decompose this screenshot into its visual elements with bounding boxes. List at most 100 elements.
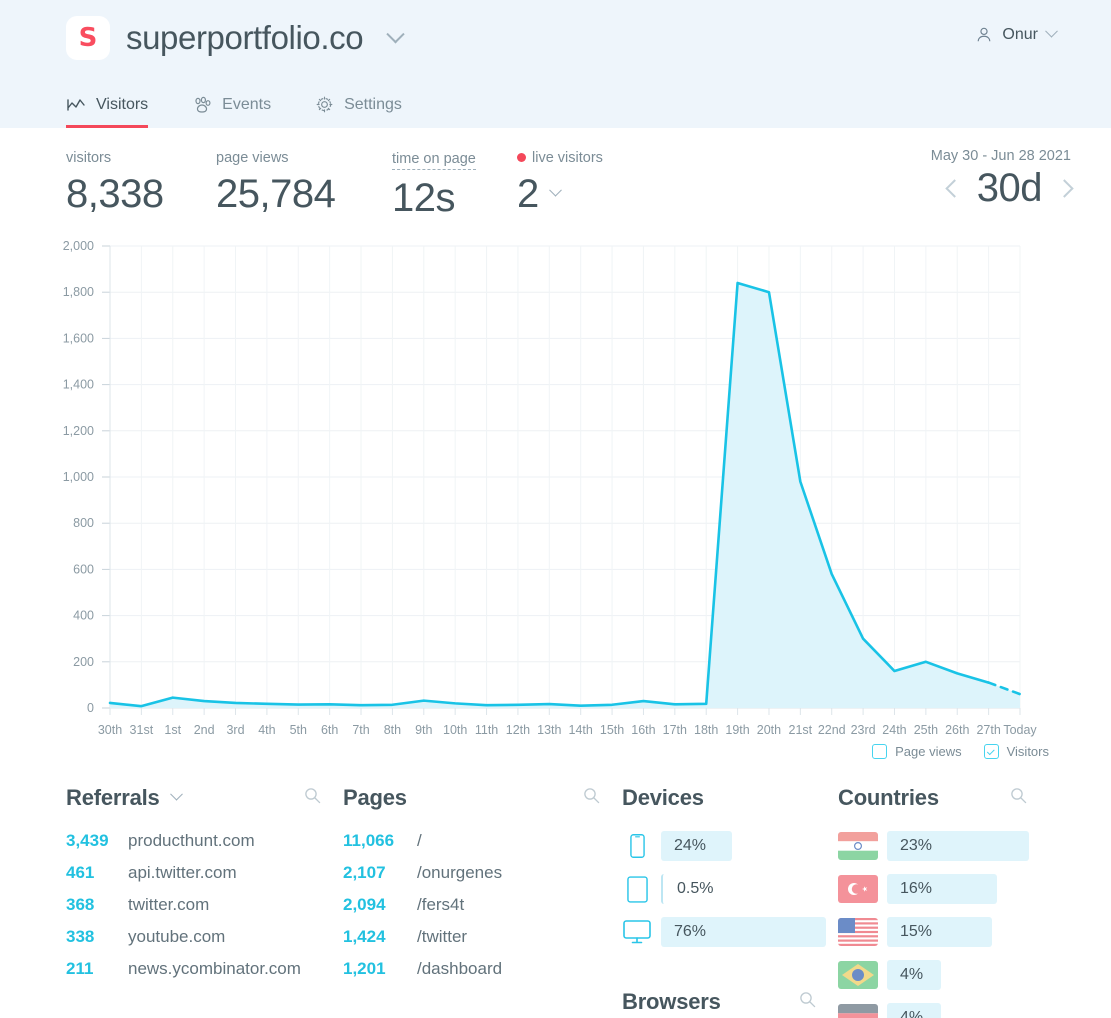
search-icon[interactable] (583, 787, 600, 809)
panel-title: Pages (343, 785, 407, 810)
tab-visitors[interactable]: Visitors (66, 96, 149, 128)
brand-selector[interactable]: S superportfolio.co (66, 16, 405, 60)
page-row[interactable]: 1,424/twitter (343, 927, 622, 947)
legend-page-views[interactable]: Page views (872, 744, 962, 759)
legend-label: Page views (895, 744, 962, 759)
page-row[interactable]: 11,066 / (343, 831, 622, 851)
paw-icon (195, 96, 211, 113)
page-row[interactable]: 2,094/fers4t (343, 895, 622, 915)
row-label: /twitter (417, 927, 468, 946)
panel-title: Browsers (622, 989, 721, 1014)
tab-events[interactable]: Events (192, 96, 271, 128)
country-row[interactable]: 16% (838, 874, 1049, 904)
x-axis-tick: 23rd (851, 723, 876, 737)
row-count: 1,424 (343, 927, 386, 946)
country-row[interactable]: 4% (838, 960, 1049, 990)
x-axis-tick: 21st (789, 723, 813, 737)
row-label: /onurgenes (417, 863, 503, 882)
x-axis-tick: 9th (415, 723, 432, 737)
chevron-down-icon[interactable] (386, 24, 405, 43)
y-axis-tick: 400 (73, 609, 94, 623)
country-bar: 15% (887, 917, 992, 947)
user-menu[interactable]: Onur (975, 24, 1058, 44)
date-range-selector: May 30 - Jun 28 2021 30d (931, 148, 1074, 211)
app-logo: S (66, 16, 110, 60)
country-bar: 23% (887, 831, 1029, 861)
visitors-chart[interactable]: 0 200 400 600 800 1,000 1,200 1,400 1,600 1,800 2,… (0, 236, 1111, 781)
stat-label: live visitors (517, 150, 603, 166)
stat-value: 12s (392, 176, 455, 220)
panel-pages: Pages 11,066 / 2,107/onurgenes 2,094/fers4t… (343, 781, 622, 1018)
page-row[interactable]: 2,107/onurgenes (343, 863, 622, 883)
stat-value: 8,338 (66, 172, 164, 216)
row-label: api.twitter.com (128, 863, 237, 882)
y-axis-tick: 1,800 (63, 285, 94, 299)
device-bar: 0.5% (661, 874, 731, 904)
stat-value: 25,784 (216, 172, 336, 216)
tab-settings[interactable]: Settings (315, 95, 402, 128)
search-icon[interactable] (304, 787, 321, 809)
logo-letter: S (78, 23, 98, 53)
chart-line-icon (67, 99, 85, 111)
chart-canvas[interactable]: 0 200 400 600 800 1,000 1,200 1,400 1,600 1,800 2,… (0, 236, 1111, 746)
checkbox-visitors[interactable] (983, 744, 999, 759)
stat-label[interactable]: time on page (392, 151, 476, 170)
row-count: 461 (66, 863, 95, 882)
prev-period-button[interactable] (945, 179, 964, 198)
x-axis-tick: 26th (945, 723, 969, 737)
live-dot-icon (517, 153, 526, 162)
search-icon[interactable] (1010, 787, 1027, 809)
referrals-list: 3,439 producthunt.com 461 api.twitter.com 36… (66, 831, 343, 979)
referral-row[interactable]: 211 news.ycombinator.com (66, 959, 343, 979)
legend-visitors[interactable]: Visitors (983, 744, 1049, 759)
row-label: news.ycombinator.com (128, 959, 301, 978)
referral-row[interactable]: 461 api.twitter.com (66, 863, 343, 883)
x-axis-tick: 22nd (818, 723, 846, 737)
page-row[interactable]: 1,201/dashboard (343, 959, 622, 979)
x-axis-tick: 13th (537, 723, 561, 737)
range-value[interactable]: 30d (977, 166, 1043, 211)
row-label: / (417, 831, 422, 850)
device-bar: 76% (661, 917, 826, 947)
device-row[interactable]: 24% (622, 831, 838, 861)
next-period-button[interactable] (1055, 179, 1074, 198)
chevron-down-icon[interactable] (169, 787, 183, 801)
panel-browsers: Browsers (622, 985, 838, 1018)
usa-flag (838, 918, 878, 946)
referral-row[interactable]: 338 youtube.com (66, 927, 343, 947)
chevron-down-icon[interactable] (1045, 24, 1058, 38)
row-label: youtube.com (128, 927, 226, 946)
referral-row[interactable]: 3,439 producthunt.com (66, 831, 343, 851)
x-axis-tick: 5th (290, 723, 307, 737)
y-axis-tick: 0 (87, 701, 94, 715)
chart-legend: Page views Visitors (872, 744, 1049, 759)
germany-flag (838, 1004, 878, 1018)
x-axis-tick: 19th (725, 723, 749, 737)
country-row[interactable]: 4% (838, 1003, 1049, 1018)
tab-label: Visitors (96, 96, 149, 113)
legend-label: Visitors (1006, 744, 1049, 759)
chevron-down-icon[interactable] (548, 183, 562, 197)
panel-referrals: Referrals 3,439 producthunt.com 461 api.twi… (66, 781, 343, 1018)
user-name: Onur (1002, 26, 1038, 43)
row-label: /fers4t (417, 895, 465, 914)
referral-row[interactable]: 368 twitter.com (66, 895, 343, 915)
country-row[interactable]: 15% (838, 917, 1049, 947)
country-row[interactable]: 23% (838, 831, 1049, 861)
x-axis-tick: 3rd (226, 723, 244, 737)
user-icon (978, 27, 991, 42)
x-axis-tick: 30th (98, 723, 122, 737)
device-row[interactable]: 0.5% (622, 874, 838, 904)
app-header: S superportfolio.co Onur Visitors Events… (0, 0, 1111, 128)
main-tabs: Visitors Events Settings (66, 95, 402, 128)
x-axis-tick: 16th (631, 723, 655, 737)
checkbox-page-views[interactable] (872, 744, 888, 759)
device-row[interactable]: 76% (622, 917, 838, 947)
chart-area (110, 282, 1020, 708)
row-count: 2,094 (343, 895, 386, 914)
search-icon[interactable] (799, 991, 816, 1013)
country-bar: 16% (887, 874, 997, 904)
row-label: /dashboard (417, 959, 503, 978)
row-count: 11,066 (343, 831, 395, 850)
stats-bar: visitors 8,338 page views 25,784 time on… (0, 128, 1111, 236)
